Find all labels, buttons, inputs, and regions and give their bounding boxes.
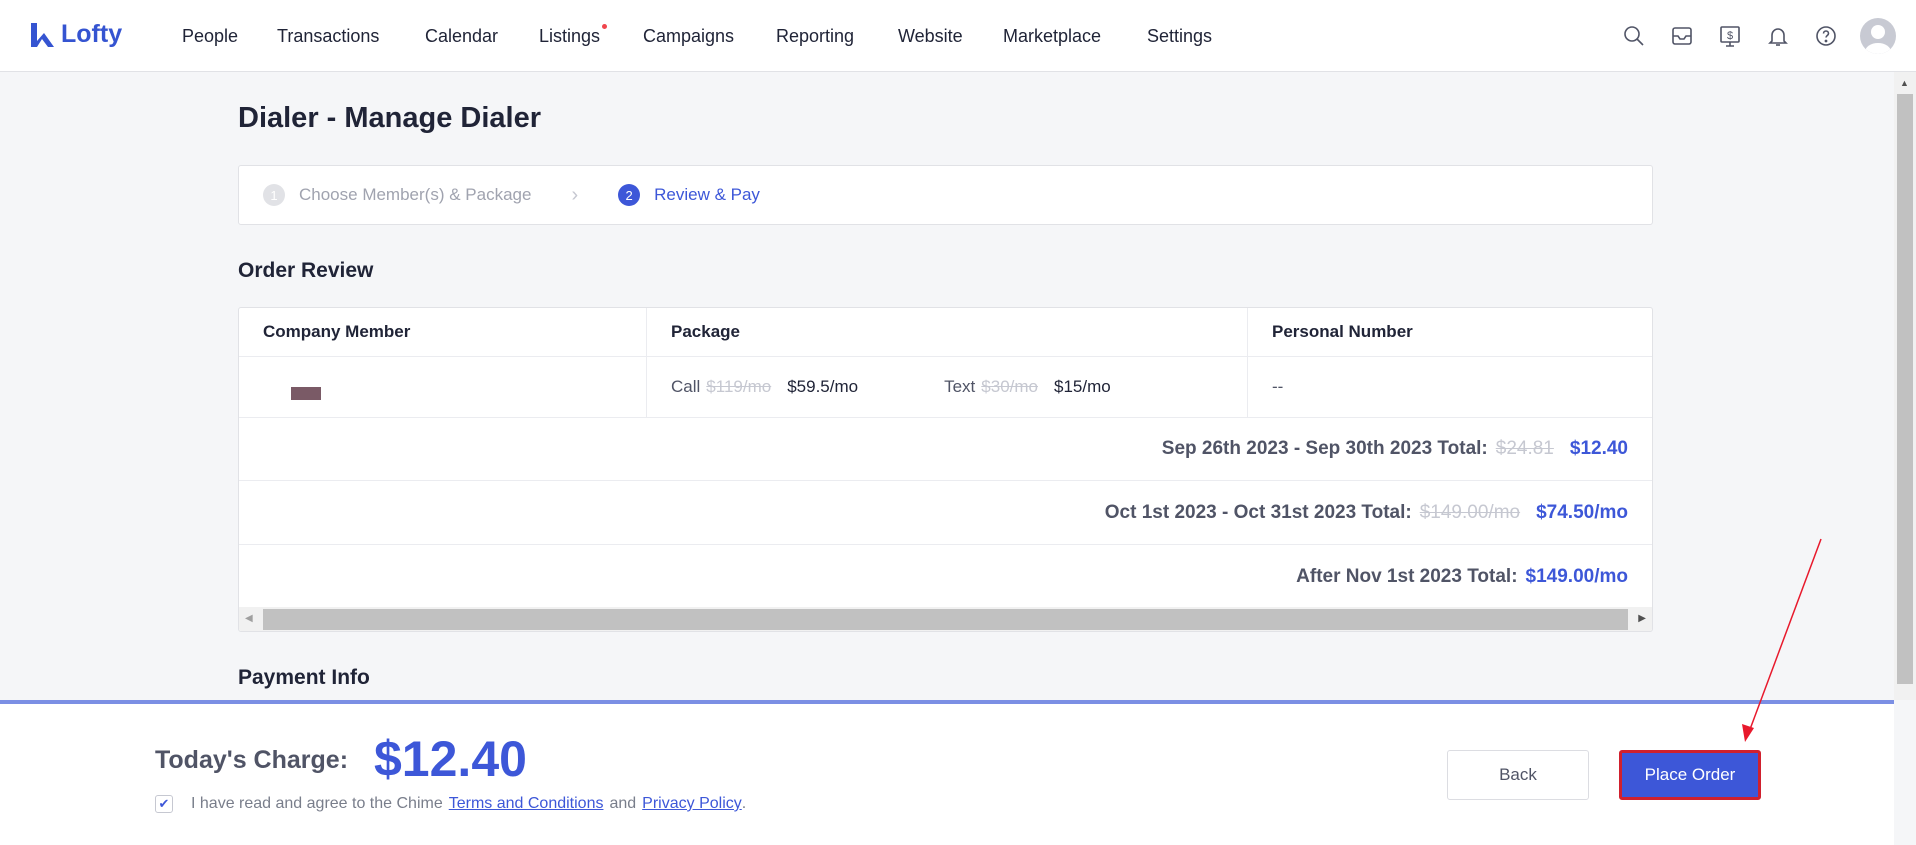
- annotation-arrow: [1742, 538, 1822, 742]
